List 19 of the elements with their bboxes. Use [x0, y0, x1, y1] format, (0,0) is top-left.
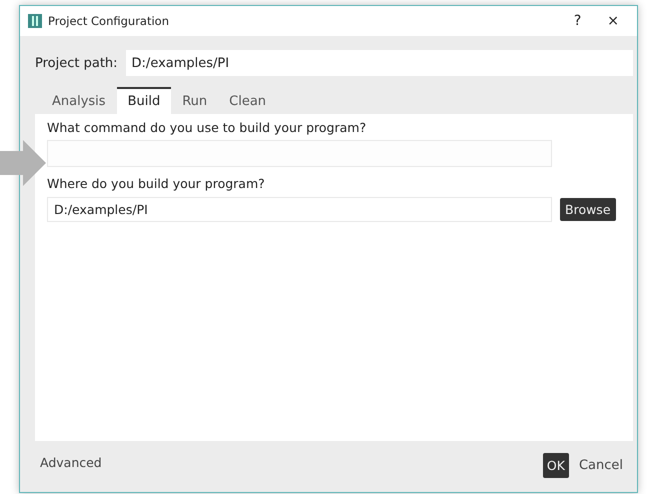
command-field[interactable] — [47, 140, 552, 167]
tab[interactable]: Analysis — [41, 87, 117, 114]
location-label: Where do you build your program? — [47, 176, 266, 191]
close-button[interactable]: × — [597, 13, 629, 29]
help-button[interactable]: ? — [564, 13, 592, 29]
advanced-link[interactable]: Advanced — [40, 455, 543, 470]
tab[interactable]: Clean — [218, 87, 278, 114]
tab[interactable]: Build — [116, 87, 172, 114]
arrow-icon — [0, 140, 46, 186]
window-title: Project Configuration — [48, 14, 170, 28]
location-field[interactable]: D:/examples/PI — [47, 197, 552, 222]
app-icon — [28, 14, 42, 28]
project-path-field[interactable]: D:/examples/PI — [126, 50, 633, 76]
command-label: What command do you use to build your program? — [47, 120, 368, 135]
tab[interactable]: Run — [171, 87, 218, 114]
project-path-label: Project path: — [35, 56, 118, 70]
ok-button[interactable]: OK — [542, 453, 569, 478]
cancel-button[interactable]: Cancel — [568, 458, 627, 473]
browse-button[interactable]: Browse — [560, 198, 616, 221]
